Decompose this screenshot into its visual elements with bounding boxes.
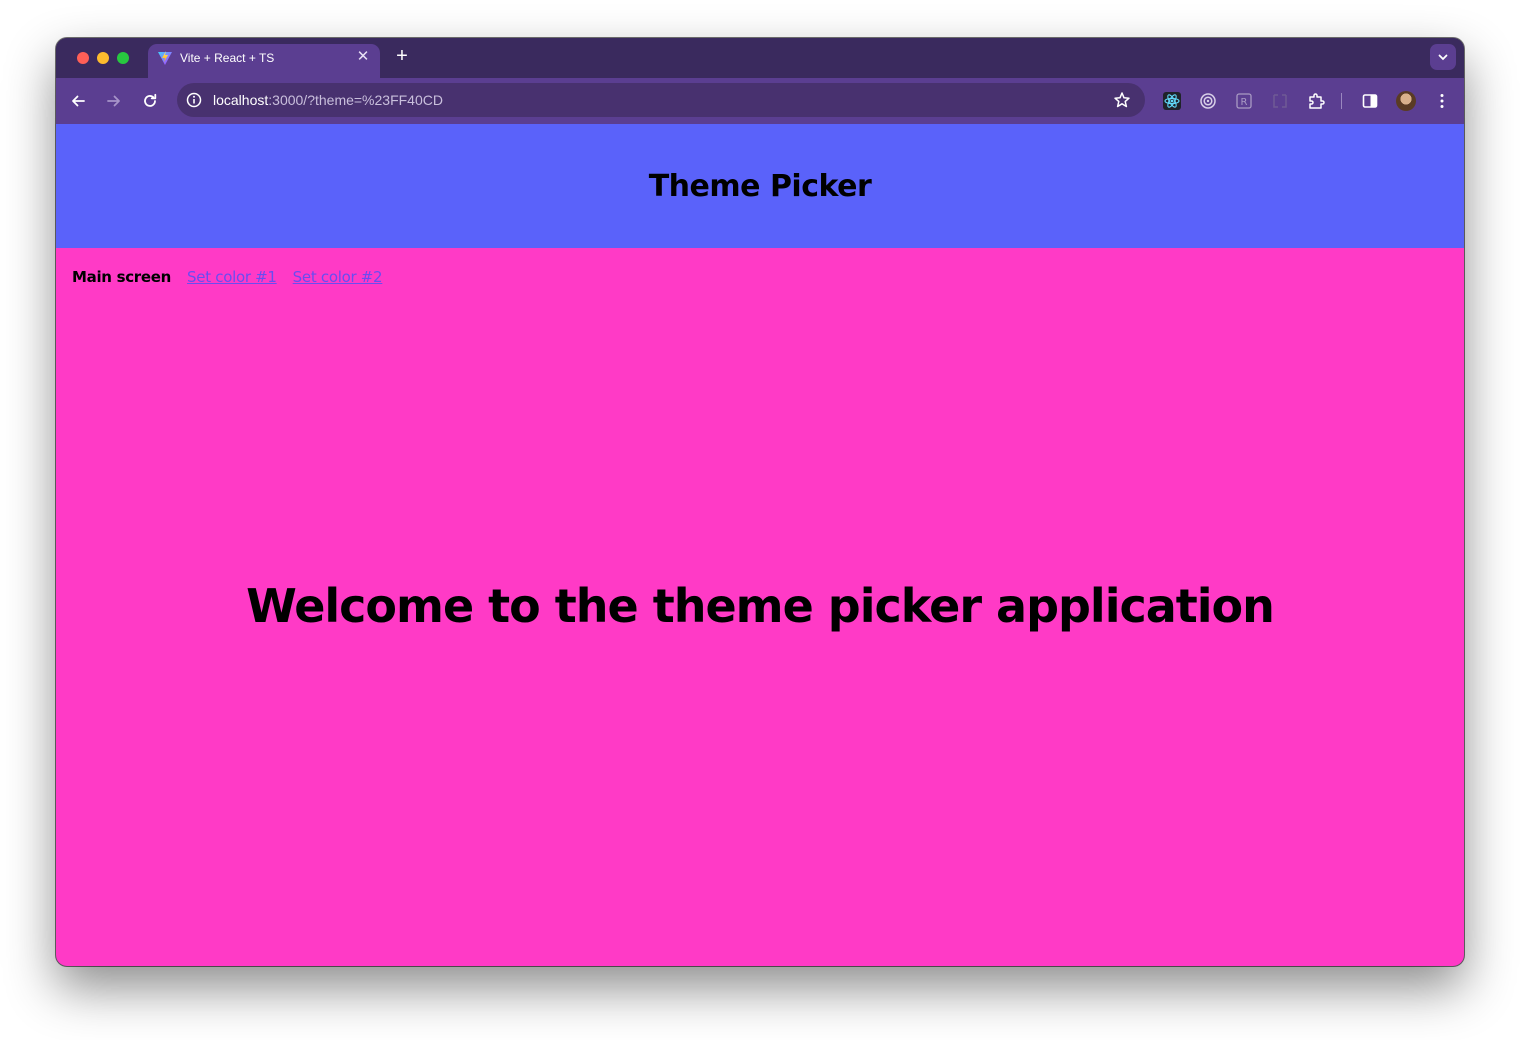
site-info-icon[interactable] [185, 91, 203, 109]
tab-title: Vite + React + TS [180, 51, 275, 65]
arrow-right-icon [107, 95, 120, 107]
reload-button[interactable] [138, 89, 162, 113]
welcome-heading: Welcome to the theme picker application [246, 579, 1275, 633]
close-window-button[interactable] [77, 52, 89, 64]
nav-main-screen[interactable]: Main screen [72, 268, 171, 286]
svg-text:R: R [1241, 97, 1248, 108]
target-extension-icon[interactable] [1198, 91, 1218, 111]
redux-extension-icon[interactable]: R [1234, 91, 1254, 111]
browser-window: Vite + React + TS ✕ + localhost:3000/?th… [56, 38, 1464, 966]
react-devtools-extension-icon[interactable] [1162, 91, 1182, 111]
app-header: Theme Picker [56, 124, 1464, 248]
arrow-left-icon [72, 95, 85, 107]
toolbar-divider [1341, 93, 1342, 109]
disabled-extension-icon[interactable] [1270, 91, 1290, 111]
tab-close-icon[interactable]: ✕ [356, 49, 370, 64]
nav-set-color-1-link[interactable]: Set color #1 [187, 268, 277, 286]
main-nav: Main screen Set color #1 Set color #2 [72, 267, 383, 287]
url-text: localhost:3000/?theme=%23FF40CD [213, 92, 443, 108]
maximize-window-button[interactable] [117, 52, 129, 64]
profile-avatar[interactable] [1396, 91, 1416, 111]
tab-search-button[interactable] [1430, 44, 1456, 70]
tab-strip: Vite + React + TS ✕ + [56, 38, 1464, 80]
chevron-down-icon [1438, 54, 1448, 61]
page-content: Theme Picker Main screen Set color #1 Se… [56, 124, 1464, 966]
vite-logo-icon [157, 50, 173, 66]
url-path: :3000/?theme=%23FF40CD [268, 92, 443, 108]
bookmark-star-icon[interactable] [1113, 91, 1131, 109]
side-panel-icon[interactable] [1360, 91, 1380, 111]
url-host: localhost [213, 92, 269, 108]
back-button[interactable] [66, 89, 90, 113]
nav-set-color-2-link[interactable]: Set color #2 [293, 268, 383, 286]
reload-icon [144, 93, 157, 107]
app-title: Theme Picker [648, 168, 872, 204]
address-bar[interactable]: localhost:3000/?theme=%23FF40CD [177, 83, 1145, 117]
browser-toolbar: localhost:3000/?theme=%23FF40CD R [56, 78, 1464, 124]
browser-tab[interactable]: Vite + React + TS ✕ [148, 44, 380, 80]
extensions-puzzle-icon[interactable] [1306, 91, 1326, 111]
more-menu-icon[interactable] [1432, 91, 1452, 111]
minimize-window-button[interactable] [97, 52, 109, 64]
forward-button[interactable] [102, 89, 126, 113]
new-tab-icon[interactable]: + [392, 46, 412, 66]
